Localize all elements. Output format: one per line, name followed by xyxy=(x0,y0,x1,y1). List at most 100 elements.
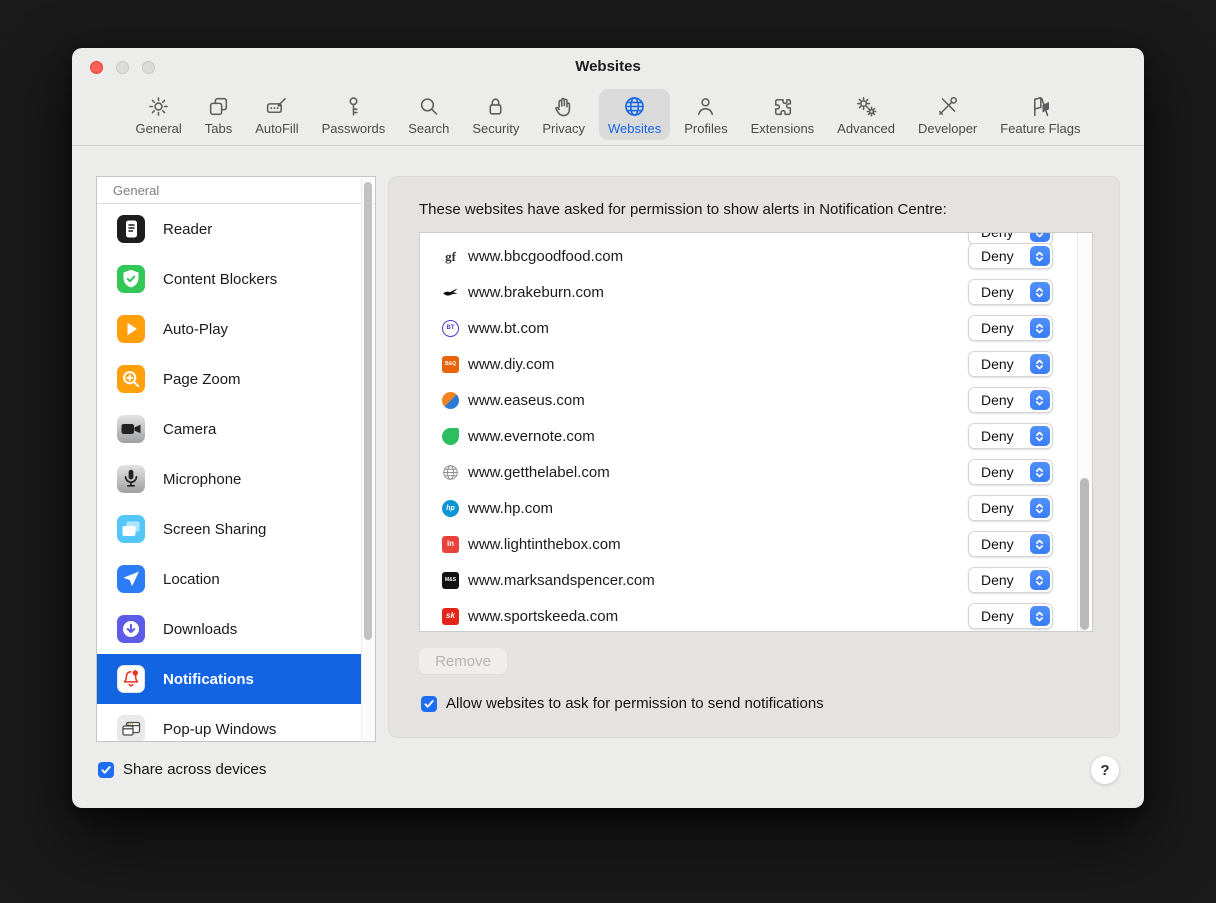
tab-general[interactable]: General xyxy=(127,89,191,140)
evernote-favicon-icon xyxy=(442,428,459,445)
diy-favicon-icon: B&Q xyxy=(442,356,459,373)
permission-dropdown[interactable]: Deny xyxy=(968,315,1053,341)
website-row[interactable]: B&Q www.diy.com Deny xyxy=(420,346,1077,382)
tab-advanced[interactable]: Advanced xyxy=(828,89,904,140)
sidebar-item-reader[interactable]: Reader xyxy=(97,204,375,254)
tab-developer[interactable]: Developer xyxy=(909,89,986,140)
tab-search[interactable]: Search xyxy=(399,89,458,140)
website-domain: www.diy.com xyxy=(468,356,554,373)
popup-windows-icon xyxy=(117,715,145,742)
autoplay-icon xyxy=(117,315,145,343)
permission-value: Deny xyxy=(981,284,1030,300)
tab-extensions[interactable]: Extensions xyxy=(742,89,824,140)
brakeburn-favicon-icon xyxy=(442,284,459,301)
lightinthebox-favicon-icon: in xyxy=(442,536,459,553)
titlebar: Websites xyxy=(72,48,1144,86)
stepper-icon xyxy=(1030,354,1050,374)
tab-profiles[interactable]: Profiles xyxy=(675,89,736,140)
easeus-favicon-icon xyxy=(442,392,459,409)
stepper-icon xyxy=(1030,426,1050,446)
website-row[interactable]: www.getthelabel.com Deny xyxy=(420,454,1077,490)
window-title: Websites xyxy=(72,58,1144,75)
stepper-icon xyxy=(1030,606,1050,626)
sidebar-scrollbar xyxy=(361,178,374,740)
sidebar-item-downloads[interactable]: Downloads xyxy=(97,604,375,654)
stepper-icon xyxy=(1030,462,1050,482)
tab-security[interactable]: Security xyxy=(463,89,528,140)
tab-passwords[interactable]: Passwords xyxy=(313,89,395,140)
stepper-icon xyxy=(1030,498,1050,518)
website-row[interactable]: gf www.bbcgoodfood.com Deny xyxy=(420,238,1077,274)
panel-description: These websites have asked for permission… xyxy=(419,201,947,218)
tab-websites[interactable]: Websites xyxy=(599,89,670,140)
tab-tabs[interactable]: Tabs xyxy=(196,89,241,140)
help-button[interactable]: ? xyxy=(1091,756,1119,784)
website-domain: www.easeus.com xyxy=(468,392,585,409)
sidebar-item-microphone[interactable]: Microphone xyxy=(97,454,375,504)
sidebar-item-screen-sharing[interactable]: Screen Sharing xyxy=(97,504,375,554)
share-across-devices-label: Share across devices xyxy=(123,761,266,778)
remove-button[interactable]: Remove xyxy=(419,648,507,674)
permission-dropdown[interactable]: Deny xyxy=(968,351,1053,377)
getthelabel-favicon-icon xyxy=(442,464,459,481)
website-domain: www.bt.com xyxy=(468,320,549,337)
flags-icon xyxy=(1028,94,1053,119)
sidebar-item-camera[interactable]: Camera xyxy=(97,404,375,454)
bt-favicon-icon: BT xyxy=(442,320,459,337)
website-row[interactable]: www.easeus.com Deny xyxy=(420,382,1077,418)
sidebar-item-notifications[interactable]: Notifications xyxy=(97,654,363,704)
tab-feature-flags[interactable]: Feature Flags xyxy=(991,89,1089,140)
list-scrollbar-thumb[interactable] xyxy=(1080,478,1089,630)
permission-dropdown[interactable]: Deny xyxy=(968,279,1053,305)
stepper-icon xyxy=(1030,534,1050,554)
stepper-icon xyxy=(1030,318,1050,338)
sidebar-items: Reader Content Blockers Auto-Play Page Z… xyxy=(97,204,375,742)
globe-icon xyxy=(622,94,647,119)
notifications-icon xyxy=(117,665,145,693)
notifications-panel: These websites have asked for permission… xyxy=(388,176,1120,738)
permission-value: Deny xyxy=(981,428,1030,444)
sidebar-scrollbar-thumb[interactable] xyxy=(364,182,372,640)
allow-permission-checkbox[interactable] xyxy=(421,696,437,712)
permission-value: Deny xyxy=(981,536,1030,552)
website-row[interactable]: www.brakeburn.com Deny xyxy=(420,274,1077,310)
permission-dropdown[interactable]: Deny xyxy=(968,567,1053,593)
hp-favicon-icon: hp xyxy=(442,500,459,517)
camera-icon xyxy=(117,415,145,443)
permission-dropdown[interactable]: Deny xyxy=(968,387,1053,413)
permission-value: Deny xyxy=(981,320,1030,336)
permission-value: Deny xyxy=(981,356,1030,372)
allow-permission-label: Allow websites to ask for permission to … xyxy=(446,695,824,712)
permission-dropdown[interactable]: Deny xyxy=(968,531,1053,557)
page-zoom-icon xyxy=(117,365,145,393)
list-scrollbar xyxy=(1077,233,1092,631)
permission-dropdown[interactable]: Deny xyxy=(968,495,1053,521)
tab-autofill[interactable]: AutoFill xyxy=(246,89,307,140)
permission-value: Deny xyxy=(981,500,1030,516)
allow-permission-row: Allow websites to ask for permission to … xyxy=(421,695,824,712)
website-row[interactable]: sk www.sportskeeda.com Deny xyxy=(420,598,1077,632)
permission-dropdown[interactable]: Deny xyxy=(968,423,1053,449)
sidebar-item-location[interactable]: Location xyxy=(97,554,375,604)
website-row[interactable]: in www.lightinthebox.com Deny xyxy=(420,526,1077,562)
reader-icon xyxy=(117,215,145,243)
website-row[interactable]: BT www.bt.com Deny xyxy=(420,310,1077,346)
sidebar-item-pop-up-windows[interactable]: Pop-up Windows xyxy=(97,704,375,742)
permission-dropdown[interactable]: Deny xyxy=(968,603,1053,629)
marksandspencer-favicon-icon: M&S xyxy=(442,572,459,589)
stepper-icon xyxy=(1030,390,1050,410)
website-row[interactable]: www.evernote.com Deny xyxy=(420,418,1077,454)
website-row[interactable]: hp www.hp.com Deny xyxy=(420,490,1077,526)
sidebar-item-auto-play[interactable]: Auto-Play xyxy=(97,304,375,354)
sidebar-item-content-blockers[interactable]: Content Blockers xyxy=(97,254,375,304)
share-across-devices-checkbox[interactable] xyxy=(98,762,114,778)
tools-icon xyxy=(935,94,960,119)
sidebar-item-page-zoom[interactable]: Page Zoom xyxy=(97,354,375,404)
permission-dropdown[interactable]: Deny xyxy=(968,459,1053,485)
website-row[interactable]: M&S www.marksandspencer.com Deny xyxy=(420,562,1077,598)
tab-privacy[interactable]: Privacy xyxy=(533,89,594,140)
person-icon xyxy=(693,94,718,119)
screen-sharing-icon xyxy=(117,515,145,543)
permission-dropdown[interactable]: Deny xyxy=(968,243,1053,269)
gears-icon xyxy=(854,94,879,119)
